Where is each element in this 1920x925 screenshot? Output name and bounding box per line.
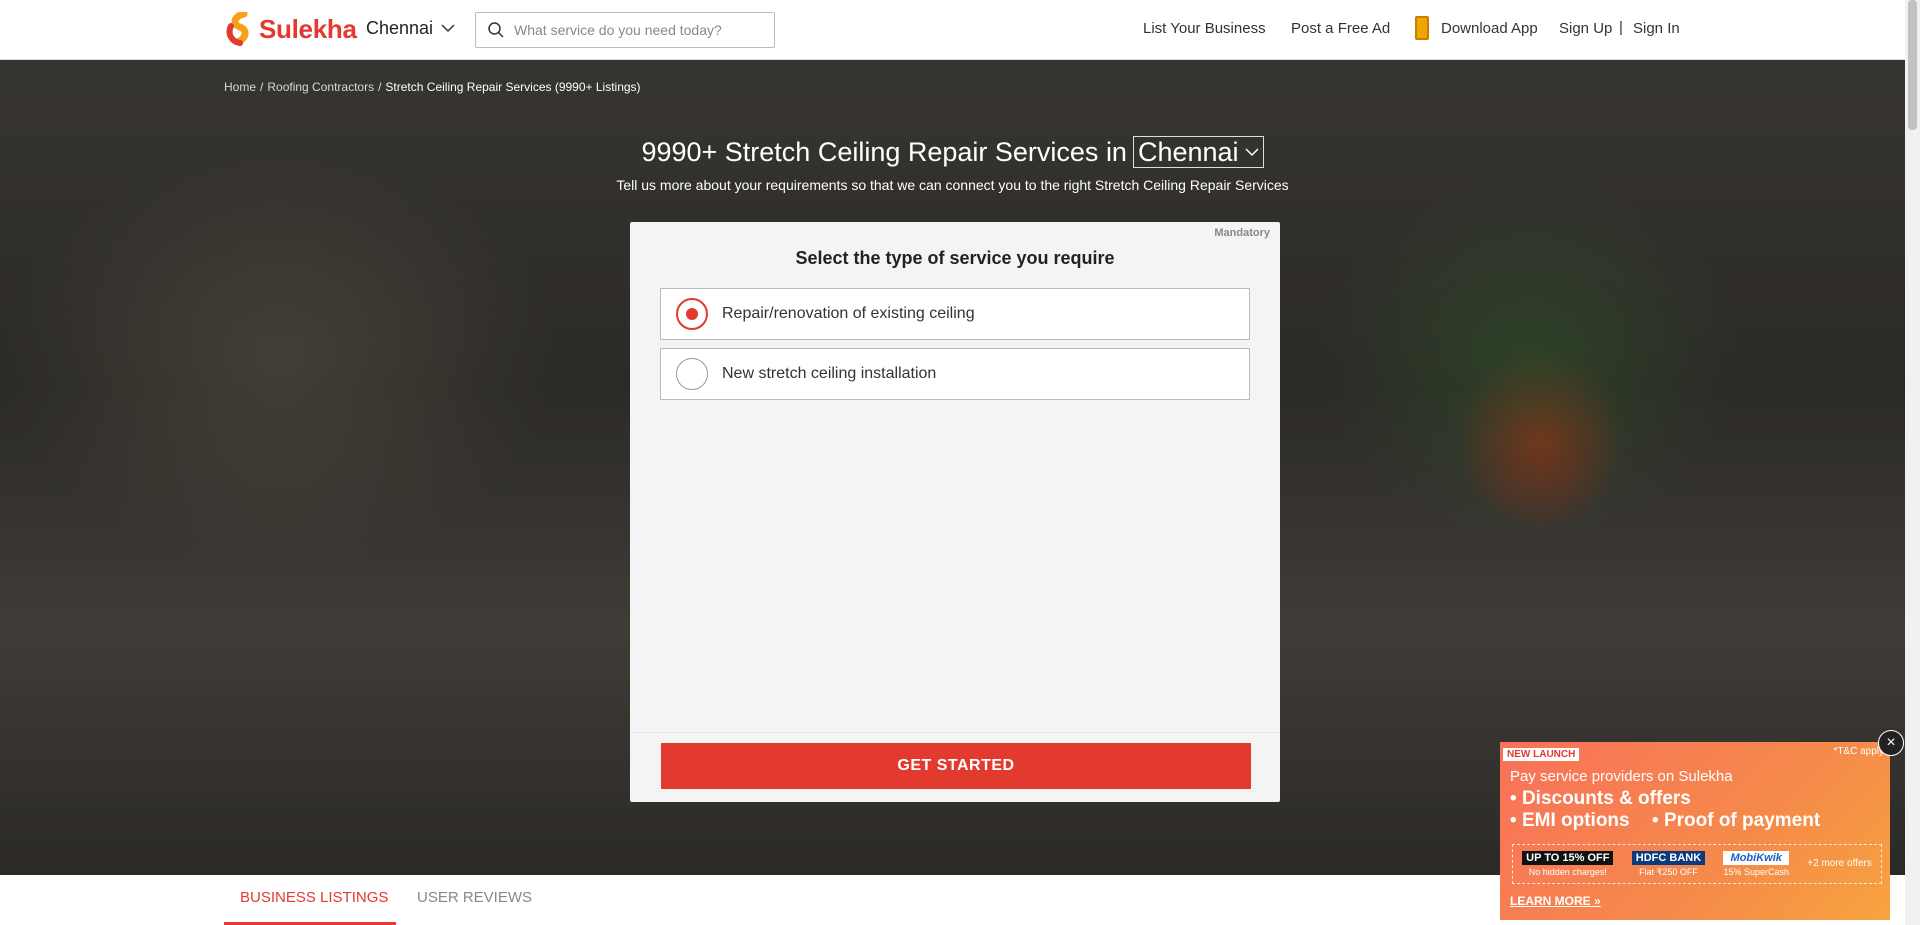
sign-up-link[interactable]: Sign Up [1559,20,1612,37]
hdfc-bank-logo: HDFC BANK [1631,850,1706,865]
promo-bullet: • EMI options [1510,810,1630,831]
download-app-link[interactable]: Download App [1441,20,1538,37]
learn-more-link[interactable]: LEARN MORE » [1510,894,1601,908]
offer-detail: 15% SuperCash [1723,867,1789,877]
offer-detail: No hidden charges! [1528,867,1607,877]
sulekha-logo-icon [226,12,249,46]
form-footer: GET STARTED [630,732,1280,802]
option-new-installation[interactable]: New stretch ceiling installation [660,348,1250,400]
offer-hdfc: HDFC BANK Flat ₹250 OFF [1631,850,1706,878]
search-input[interactable] [514,22,754,38]
learn-more-text: LEARN MORE [1510,894,1591,908]
tab-business-listings[interactable]: BUSINESS LISTINGS [240,889,388,906]
radio-selected[interactable] [676,298,708,330]
more-offers: +2 more offers [1807,858,1872,869]
offer-title: UP TO 15% OFF [1522,851,1614,865]
close-icon[interactable]: × [1878,730,1904,756]
sulekha-logo[interactable]: Sulekha [224,12,357,46]
city-selector[interactable]: Chennai [366,18,455,39]
offer-discount: UP TO 15% OFF No hidden charges! [1522,851,1614,877]
promo-bullet-text: Discounts & offers [1521,788,1691,809]
form-question: Select the type of service you require [795,248,1115,268]
post-free-ad-link[interactable]: Post a Free Ad [1291,20,1390,37]
breadcrumb-separator: / [378,80,382,94]
breadcrumb-category[interactable]: Roofing Contractors [267,80,374,94]
mobile-phone-icon [1415,16,1429,40]
promo-heading: Pay service providers on Sulekha [1510,768,1733,785]
search-icon [488,22,504,38]
page-title-text: 9990+ Stretch Ceiling Repair Services in [641,136,1127,167]
promo-bullet-text: EMI options [1521,810,1630,831]
breadcrumb-home[interactable]: Home [224,80,256,94]
scrollbar-track[interactable] [1905,0,1920,925]
breadcrumb: Home / Roofing Contractors / Stretch Cei… [224,80,641,94]
requirement-form: Mandatory Select the type of service you… [630,222,1280,802]
logo-text: Sulekha [259,13,357,44]
city-selector-label: Chennai [366,18,434,38]
chevron-down-icon [441,24,455,33]
list-business-link[interactable]: List Your Business [1143,20,1266,37]
double-chevron-right-icon: » [1594,894,1601,908]
tab-user-reviews[interactable]: USER REVIEWS [417,889,532,906]
mandatory-label: Mandatory [1214,227,1270,239]
promo-bullet: • Discounts & offers [1510,788,1691,809]
search-box[interactable] [475,12,775,48]
promo-banner[interactable]: NEW LAUNCH *T&C apply Pay service provid… [1500,742,1890,920]
breadcrumb-current: Stretch Ceiling Repair Services (9990+ L… [385,80,641,94]
page-subtitle: Tell us more about your requirements so … [616,177,1289,193]
sign-in-link[interactable]: Sign In [1633,20,1680,37]
option-label: New stretch ceiling installation [722,365,937,382]
page-title: 9990+ Stretch Ceiling Repair Services in… [0,136,1905,168]
offer-detail: Flat ₹250 OFF [1639,866,1698,877]
promo-offers: UP TO 15% OFF No hidden charges! HDFC BA… [1512,844,1882,884]
promo-bullet: • Proof of payment [1652,810,1821,831]
nav-separator: | [1619,19,1623,36]
option-repair-renovation[interactable]: Repair/renovation of existing ceiling [660,288,1250,340]
option-label: Repair/renovation of existing ceiling [722,305,975,322]
site-header: Sulekha Chennai List Your Business Post … [0,0,1905,60]
mobikwik-logo: MobiKwik [1723,851,1789,865]
breadcrumb-separator: / [260,80,264,94]
hero-city-label: Chennai [1137,136,1239,167]
hero-city-selector[interactable]: Chennai [1132,136,1264,168]
offer-mobikwik: MobiKwik 15% SuperCash [1723,851,1789,877]
scrollbar-thumb[interactable] [1908,0,1917,130]
promo-bullet-text: Proof of payment [1663,810,1821,831]
new-launch-badge: NEW LAUNCH [1503,748,1580,761]
terms-note: *T&C apply [1833,746,1884,757]
chevron-down-icon [1245,147,1259,156]
radio-unselected[interactable] [676,358,708,390]
get-started-button[interactable]: GET STARTED [661,743,1251,789]
